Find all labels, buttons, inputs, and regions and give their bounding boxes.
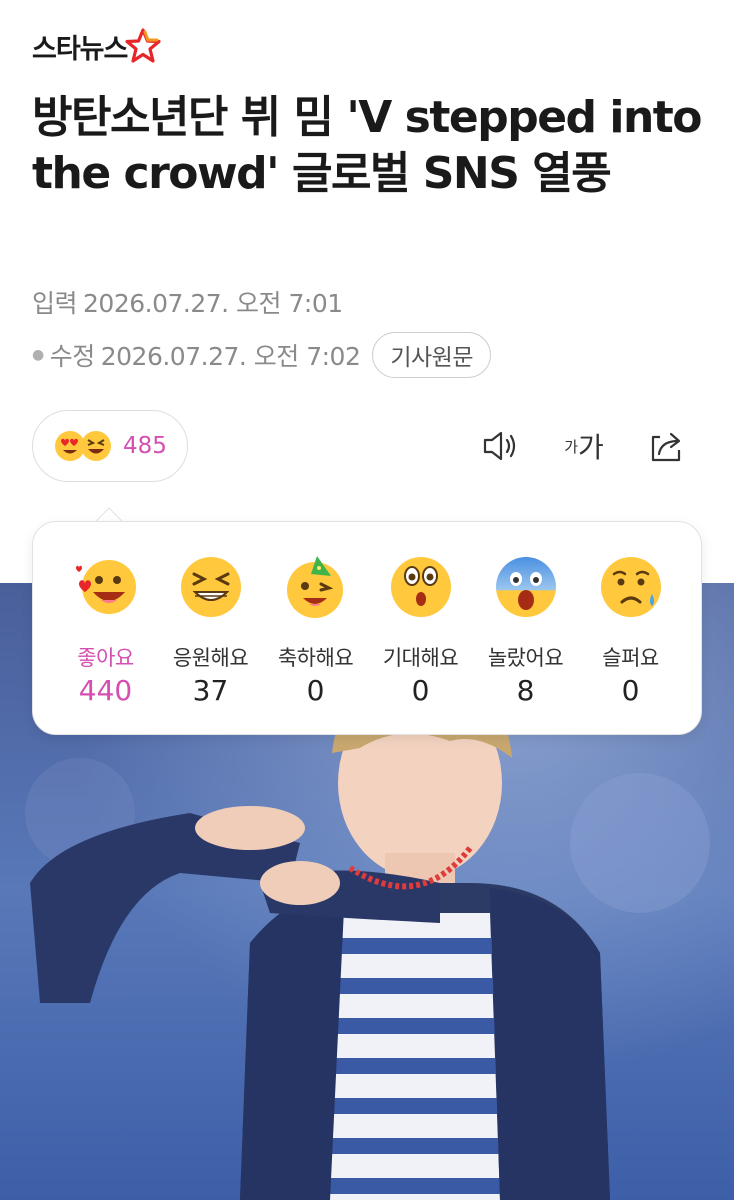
grinning-squint-emoji-icon [180, 557, 241, 617]
modified-label: 수정 [49, 342, 96, 371]
reaction-count: 0 [621, 674, 640, 707]
reaction-count: 0 [306, 674, 325, 707]
popup-pointer [94, 504, 124, 522]
sad-tear-emoji-icon [600, 557, 661, 617]
article-headline: 방탄소년단 뷔 밈 'V stepped into the crowd' 글로벌… [32, 92, 703, 199]
heart-eyes-emoji-icon [75, 560, 136, 614]
published-date: 2026.07.27. 오전 7:01 [83, 289, 343, 318]
font-size-big-label: 가 [578, 431, 604, 464]
published-label: 입력 [32, 289, 78, 318]
share-button[interactable] [642, 418, 690, 474]
shocked-emoji-icon [495, 557, 556, 617]
reaction-congrats[interactable]: 축하해요 0 [263, 554, 368, 707]
modified-info: ● 수정 2026.07.27. 오전 7:02 기사원문 [32, 332, 491, 378]
reaction-popup: 좋아요 440 응원해요 37 축하해요 0 기대해요 0 놀랐어요 8 슬퍼요… [32, 521, 702, 735]
reaction-cheer[interactable]: 응원해요 37 [158, 554, 263, 707]
party-hat-emoji-icon [286, 556, 343, 618]
reaction-label: 축하해요 [277, 646, 354, 670]
reaction-label: 놀랐어요 [487, 646, 564, 670]
font-size-button[interactable]: 가 가 [556, 418, 612, 474]
reaction-like[interactable]: 좋아요 440 [53, 554, 158, 707]
reaction-count: 37 [192, 674, 229, 707]
grinning-squint-emoji-icon [81, 431, 111, 461]
anticipating-emoji-icon [390, 557, 451, 617]
published-info: 입력 2026.07.27. 오전 7:01 [32, 284, 343, 320]
font-size-small-label: 가 [564, 437, 579, 456]
reaction-summary-button[interactable]: 485 [32, 410, 188, 482]
reaction-count: 0 [411, 674, 430, 707]
text-to-speech-button[interactable] [476, 418, 524, 474]
reaction-total-count: 485 [123, 433, 167, 459]
star-logo-icon [125, 28, 161, 63]
speaker-icon [483, 431, 516, 461]
reaction-sad[interactable]: 슬퍼요 0 [578, 554, 683, 707]
reaction-expect[interactable]: 기대해요 0 [368, 554, 473, 707]
original-article-button[interactable]: 기사원문 [372, 332, 491, 378]
reaction-count: 8 [516, 674, 535, 707]
bullet-dot-icon: ● [32, 347, 44, 363]
reaction-label: 좋아요 [77, 646, 134, 670]
reaction-count: 440 [78, 674, 133, 707]
brand-logo-text: 스타뉴스 [32, 33, 128, 65]
share-icon [651, 432, 681, 462]
reaction-label: 기대해요 [382, 646, 459, 670]
reaction-label: 슬퍼요 [602, 646, 659, 670]
reaction-surprised[interactable]: 놀랐어요 8 [473, 554, 578, 707]
modified-date: 2026.07.27. 오전 7:02 [100, 342, 361, 371]
reaction-label: 응원해요 [172, 646, 249, 670]
brand-logo[interactable]: 스타뉴스 [32, 26, 163, 66]
